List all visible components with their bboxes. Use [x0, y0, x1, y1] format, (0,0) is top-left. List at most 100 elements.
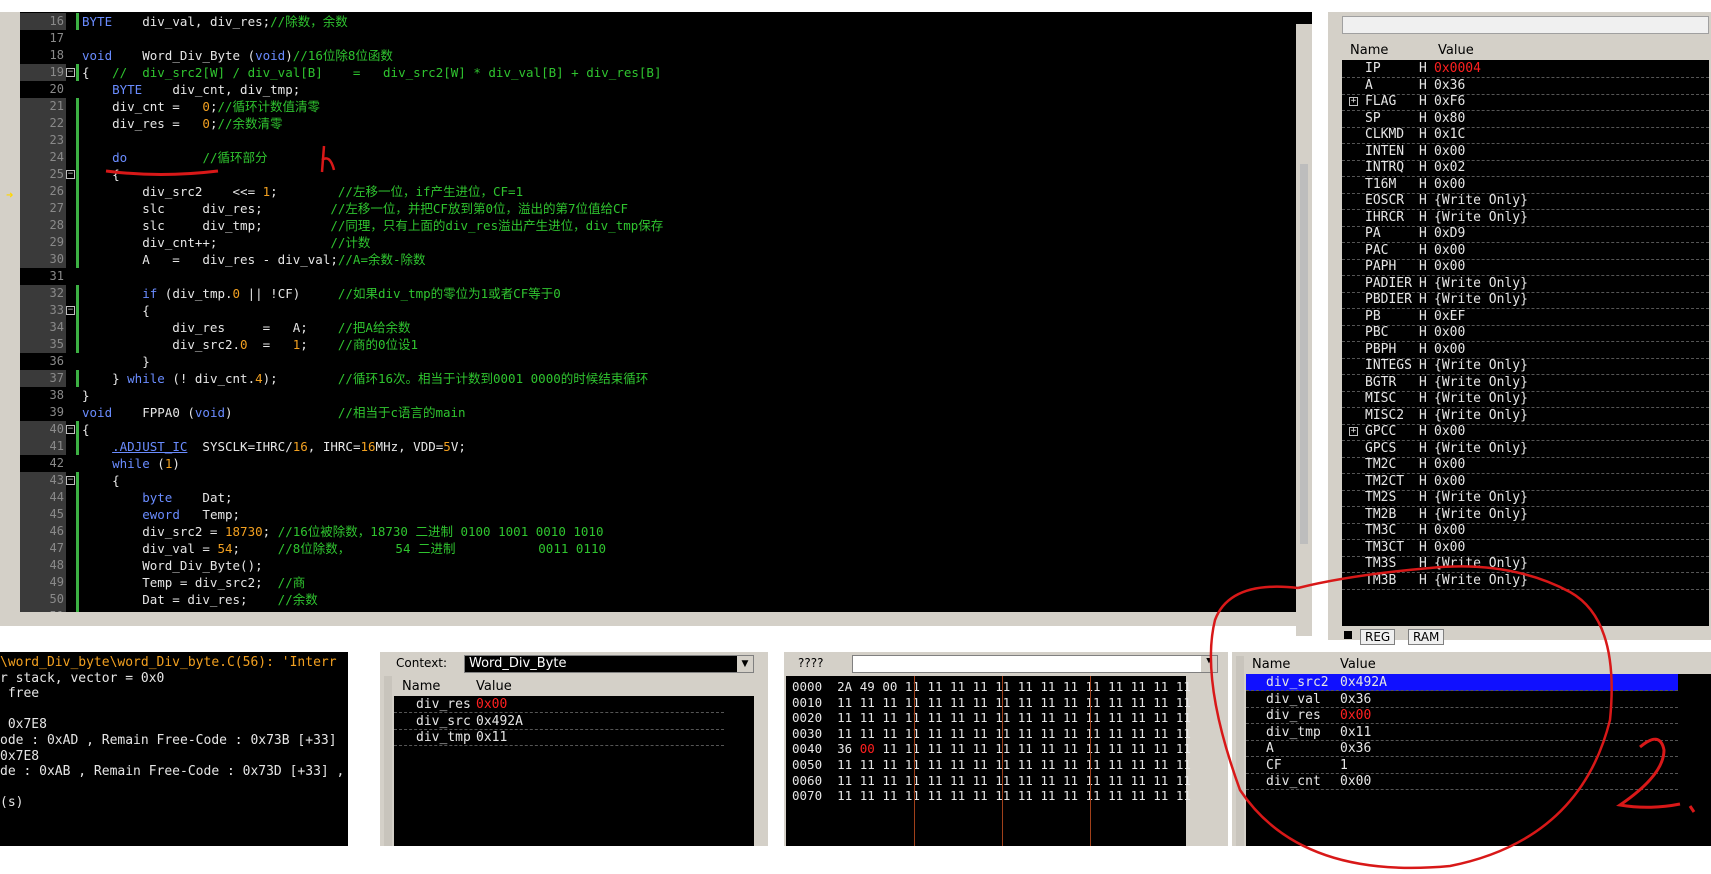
fold-toggle-icon[interactable]: − — [66, 476, 75, 485]
memory-row[interactable]: 0070 11 11 11 11 11 11 11 11 11 11 11 11… — [792, 787, 1198, 804]
code-editor[interactable]: ➜ 16 BYTE div_val, div_res;//除数，余数 17 18 voi… — [0, 12, 1312, 636]
code-line[interactable]: div_cnt = 0;//循环计数值清零 — [82, 98, 320, 115]
watch-header-value[interactable]: Value — [1340, 656, 1376, 674]
register-row[interactable]: INTEGS H {Write Only} — [1342, 357, 1709, 375]
register-toolbar[interactable] — [1342, 16, 1709, 34]
memory-row[interactable]: 0030 11 11 11 11 11 11 11 11 11 11 11 11… — [792, 725, 1198, 742]
memory-row[interactable]: 0020 11 11 11 11 11 11 11 11 11 11 11 11… — [792, 709, 1198, 726]
register-row[interactable]: PBDIER H {Write Only} — [1342, 291, 1709, 309]
register-row[interactable]: TM2B H {Write Only} — [1342, 506, 1709, 524]
code-line[interactable]: div_src2.0 = 1; //商的0位设1 — [82, 336, 418, 353]
register-list[interactable]: IP H 0x0004 A H 0x36 + FLAG H 0xF6 SP H 0x80 CLKMD H 0x… — [1342, 60, 1709, 626]
memory-row[interactable]: 0060 11 11 11 11 11 11 11 11 11 11 11 11… — [792, 772, 1198, 789]
code-line[interactable]: { — [82, 421, 90, 438]
register-header-value[interactable]: Value — [1438, 42, 1474, 60]
register-row[interactable]: T16M H 0x00 — [1342, 176, 1709, 194]
fold-toggle-icon[interactable]: − — [66, 170, 75, 179]
register-row[interactable]: GPCS H {Write Only} — [1342, 440, 1709, 458]
fold-toggle-icon[interactable]: − — [66, 68, 75, 77]
register-row[interactable]: TM2CT H 0x00 — [1342, 473, 1709, 491]
watch-row[interactable]: div_res 0x00 — [1246, 707, 1678, 724]
code-line[interactable]: div_res = 0;//余数清零 — [82, 115, 282, 132]
code-line[interactable]: Temp = div_src2; //商 — [82, 574, 305, 591]
watch-row[interactable]: A 0x36 — [1246, 740, 1678, 757]
register-row[interactable]: TM3B H {Write Only} — [1342, 572, 1709, 590]
context-select[interactable]: Word_Div_Byte ▼ — [464, 655, 754, 673]
register-row[interactable]: PAPH H 0x00 — [1342, 258, 1709, 276]
panel-toggle-icon[interactable] — [1344, 631, 1352, 639]
register-row[interactable]: PBC H 0x00 — [1342, 324, 1709, 342]
register-row[interactable]: A H 0x36 — [1342, 77, 1709, 95]
register-row[interactable]: EOSCR H {Write Only} — [1342, 192, 1709, 210]
code-line[interactable]: void FPPA0 (void) //相当于c语言的main — [82, 404, 466, 421]
watch-row[interactable]: div_val 0x36 — [1246, 691, 1678, 708]
register-row[interactable]: IHRCR H {Write Only} — [1342, 209, 1709, 227]
code-line[interactable]: Dat = div_res; //余数 — [82, 591, 318, 608]
register-row[interactable]: TM2S H {Write Only} — [1342, 489, 1709, 507]
register-row[interactable]: SP H 0x80 — [1342, 110, 1709, 128]
memory-address-select[interactable]: ▼ — [852, 655, 1218, 673]
code-line[interactable]: div_src2 = 18730; //16位被除数，18730 二进制 010… — [82, 523, 603, 540]
chevron-down-icon[interactable]: ▼ — [737, 656, 753, 672]
chevron-down-icon[interactable]: ▼ — [1201, 656, 1217, 672]
register-row[interactable]: PBPH H 0x00 — [1342, 341, 1709, 359]
register-row[interactable]: PAC H 0x00 — [1342, 242, 1709, 260]
code-line[interactable]: { // div_src2[W] / div_val[B] = div_src2… — [82, 64, 661, 81]
register-row[interactable]: PA H 0xD9 — [1342, 225, 1709, 243]
build-output[interactable]: \word_Div_byte\word_Div_byte.C(56): 'Int… — [0, 652, 348, 846]
watch-header-name[interactable]: Name — [1252, 656, 1290, 674]
code-line[interactable]: BYTE div_val, div_res;//除数，余数 — [82, 13, 348, 30]
code-line[interactable]: { — [82, 166, 120, 183]
memory-row[interactable]: 0010 11 11 11 11 11 11 11 11 11 11 11 11… — [792, 694, 1198, 711]
code-line[interactable]: byte Dat; — [82, 489, 232, 506]
memory-row[interactable]: 0050 11 11 11 11 11 11 11 11 11 11 11 11… — [792, 756, 1198, 773]
context-row[interactable]: div_tmp 0x11 — [394, 729, 724, 746]
register-row[interactable]: MISC H {Write Only} — [1342, 390, 1709, 408]
watch-row[interactable]: div_src2 0x492A — [1246, 674, 1678, 691]
code-line[interactable]: Word_Div_Byte(); — [82, 557, 262, 574]
register-row[interactable]: CLKMD H 0x1C — [1342, 126, 1709, 144]
code-line[interactable]: { — [82, 302, 150, 319]
code-line[interactable]: div_val = 54; //8位除数， 54 二进制 0011 0110 — [82, 540, 606, 557]
register-row[interactable]: TM3S H {Write Only} — [1342, 555, 1709, 573]
watch-list[interactable]: div_src2 0x492A div_val 0x36 div_res 0x00 div_… — [1246, 674, 1711, 846]
editor-horizontal-scrollbar[interactable] — [0, 612, 1312, 626]
code-line[interactable]: BYTE div_cnt, div_tmp; — [82, 81, 300, 98]
register-row[interactable]: TM3CT H 0x00 — [1342, 539, 1709, 557]
register-row[interactable]: TM3C H 0x00 — [1342, 522, 1709, 540]
code-line[interactable]: void Word_Div_Byte (void)//16位除8位函数 — [82, 47, 393, 64]
breakpoint-gutter[interactable] — [0, 12, 20, 624]
code-line[interactable]: div_res = A; //把A给余数 — [82, 319, 410, 336]
editor-vertical-scrollbar[interactable] — [1296, 24, 1312, 636]
context-list[interactable]: div_res 0x00 div_src 0x492A div_tmp 0x11 — [394, 696, 754, 846]
memory-row[interactable]: 0000 2A 49 00 11 11 11 11 11 11 11 11 11… — [792, 678, 1198, 695]
fold-toggle-icon[interactable]: − — [66, 425, 75, 434]
expand-icon[interactable]: + — [1349, 427, 1358, 436]
watch-row[interactable]: div_cnt 0x00 — [1246, 773, 1678, 790]
scroll-thumb[interactable] — [1300, 164, 1308, 544]
context-row[interactable]: div_src 0x492A — [394, 713, 724, 730]
register-row[interactable]: + FLAG H 0xF6 — [1342, 93, 1709, 111]
code-line[interactable]: slc div_res; //左移一位，并把CF放到第0位，溢出的第7位值给CF — [82, 200, 628, 217]
register-row[interactable]: + GPCC H 0x00 — [1342, 423, 1709, 441]
code-line[interactable]: } — [82, 387, 90, 404]
register-row[interactable]: MISC2 H {Write Only} — [1342, 407, 1709, 425]
context-header-name[interactable]: Name — [402, 678, 440, 696]
register-row[interactable]: INTEN H 0x00 — [1342, 143, 1709, 161]
fold-toggle-icon[interactable]: − — [66, 306, 75, 315]
register-row[interactable]: BGTR H {Write Only} — [1342, 374, 1709, 392]
context-row[interactable]: div_res 0x00 — [394, 696, 724, 713]
code-line[interactable]: .ADJUST_IC SYSCLK=IHRC/16, IHRC=16MHz, V… — [82, 438, 466, 455]
code-line[interactable]: { — [82, 472, 120, 489]
expand-icon[interactable]: + — [1349, 97, 1358, 106]
code-line[interactable]: } while (! div_cnt.4); //循环16次。相当于计数到000… — [82, 370, 648, 387]
register-row[interactable]: PADIER H {Write Only} — [1342, 275, 1709, 293]
register-row[interactable]: PB H 0xEF — [1342, 308, 1709, 326]
register-row[interactable]: INTRQ H 0x02 — [1342, 159, 1709, 177]
context-header-value[interactable]: Value — [476, 678, 512, 696]
memory-row[interactable]: 0040 36 00 11 11 11 11 11 11 11 11 11 11… — [792, 740, 1198, 757]
code-line[interactable]: A = div_res - div_val;//A=余数-除数 — [82, 251, 425, 268]
code-line[interactable]: do //循环部分 — [82, 149, 267, 166]
code-line[interactable]: eword Temp; — [82, 506, 240, 523]
memory-dump[interactable]: 0000 2A 49 00 11 11 11 11 11 11 11 11 11… — [786, 676, 1191, 846]
